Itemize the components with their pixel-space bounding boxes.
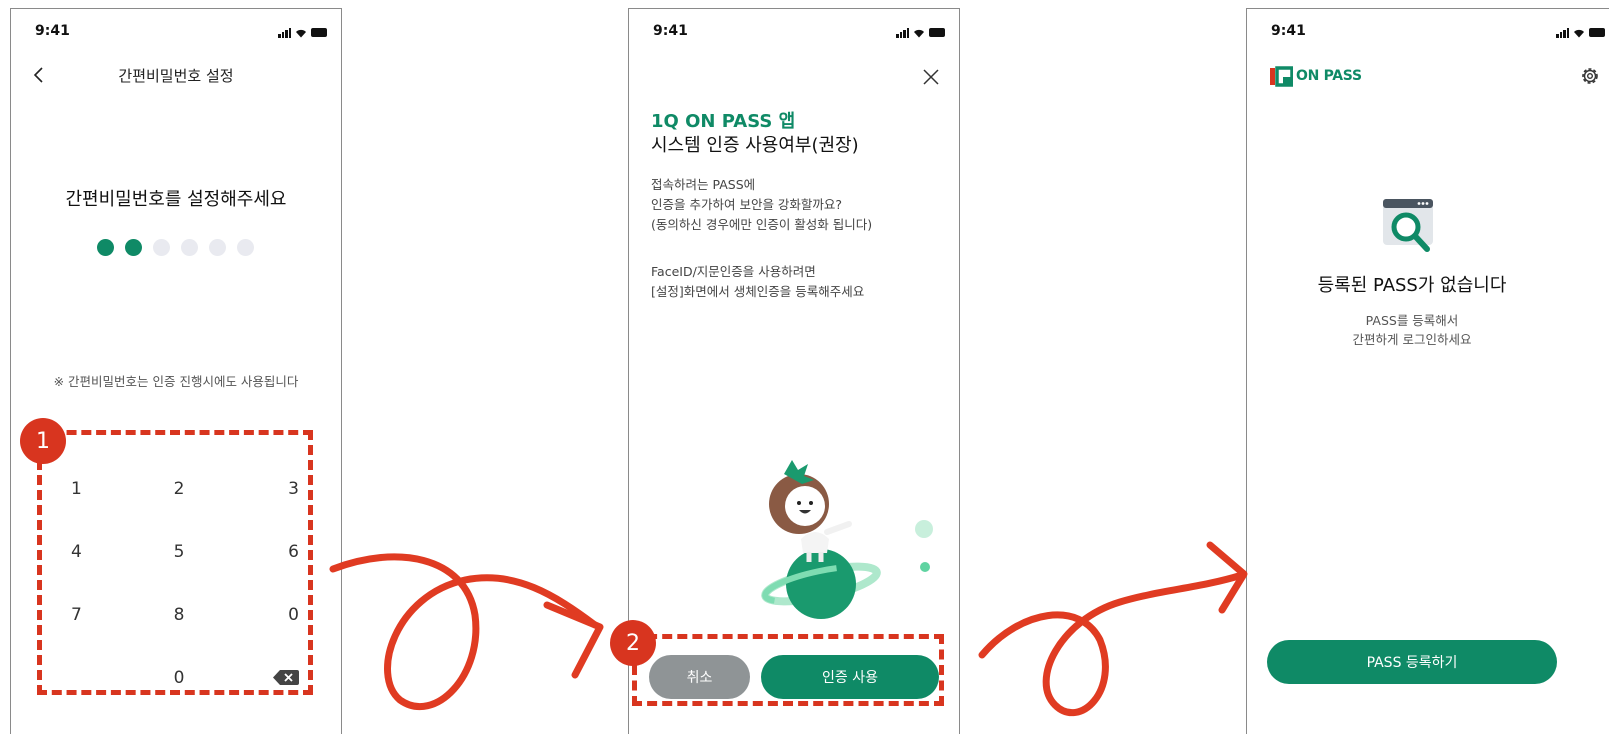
pin-dot (237, 239, 254, 256)
pin-dot (97, 239, 114, 256)
empty-line: PASS를 등록해서 (1365, 313, 1459, 328)
empty-heading: 등록된 PASS가 없습니다 (1317, 275, 1507, 296)
logo-text: ON PASS (1296, 68, 1362, 84)
search-icon (1383, 199, 1433, 252)
empty-description: PASS를 등록해서 간편하게 로그인하세요 (1247, 311, 1577, 349)
flow-arrow-icon (978, 541, 1248, 717)
battery-icon (1589, 28, 1605, 37)
step-badge-1: 1 (20, 418, 66, 464)
pin-dot (209, 239, 226, 256)
signal-icon (896, 27, 909, 38)
page-title: 간편비밀번호 설정 (118, 67, 234, 85)
biometric-line: FaceID/지문인증을 사용하려면 (651, 264, 816, 279)
biometric-description: FaceID/지문인증을 사용하려면 [설정]화면에서 생체인증을 등록해주세요 (651, 262, 864, 302)
pin-dot (153, 239, 170, 256)
consent-title: 시스템 인증 사용여부(권장) (651, 135, 859, 156)
status-icons (896, 26, 945, 38)
phone-screen-auth-consent: 9:41 1Q ON PASS 앱 시스템 인증 사용여부(권장) 접속하려는 … (628, 8, 960, 734)
status-time: 9:41 (35, 23, 70, 39)
logo-mark-icon (1270, 66, 1293, 87)
pin-heading: 간편비밀번호를 설정해주세요 (65, 189, 287, 210)
app-logo: ON PASS (1269, 65, 1362, 87)
flow-arrow-icon (329, 553, 604, 710)
gear-icon[interactable] (1579, 65, 1601, 87)
wifi-icon (296, 29, 306, 38)
signal-icon (1556, 27, 1569, 38)
status-icons (278, 26, 327, 38)
consent-description: 접속하려는 PASS에 인증을 추가하여 보안을 강화할까요? (동의하신 경우… (651, 175, 872, 235)
consent-line: (동의하신 경우에만 인증이 활성화 됩니다) (651, 217, 873, 232)
consent-line: 인증을 추가하여 보안을 강화할까요? (651, 197, 843, 212)
battery-icon (929, 28, 945, 37)
pin-dot (125, 239, 142, 256)
consent-title-app: 1Q ON PASS 앱 (651, 111, 796, 132)
register-pass-button[interactable]: PASS 등록하기 (1267, 640, 1557, 684)
status-time: 9:41 (653, 23, 688, 39)
battery-icon (311, 28, 327, 37)
pin-dot (181, 239, 198, 256)
signal-icon (278, 27, 291, 38)
step-badge-2: 2 (610, 620, 656, 666)
close-icon[interactable] (921, 67, 941, 87)
consent-line: 접속하려는 PASS에 (651, 177, 756, 192)
wifi-icon (1574, 29, 1584, 38)
empty-line: 간편하게 로그인하세요 (1352, 332, 1472, 347)
wifi-icon (914, 29, 924, 38)
highlight-box-keypad (37, 430, 313, 695)
pin-note: ※ 간편비밀번호는 인증 진행시에도 사용됩니다 (53, 374, 299, 389)
status-icons (1556, 26, 1605, 38)
phone-screen-pass-empty: 9:41 ON PASS 등록된 PASS가 없습니다 PASS를 등록해서 간… (1246, 8, 1609, 734)
mascot-illustration (761, 460, 933, 619)
biometric-line: [설정]화면에서 생체인증을 등록해주세요 (651, 284, 865, 299)
status-time: 9:41 (1271, 23, 1306, 39)
pin-indicator (97, 239, 254, 256)
highlight-box-buttons (632, 634, 944, 706)
